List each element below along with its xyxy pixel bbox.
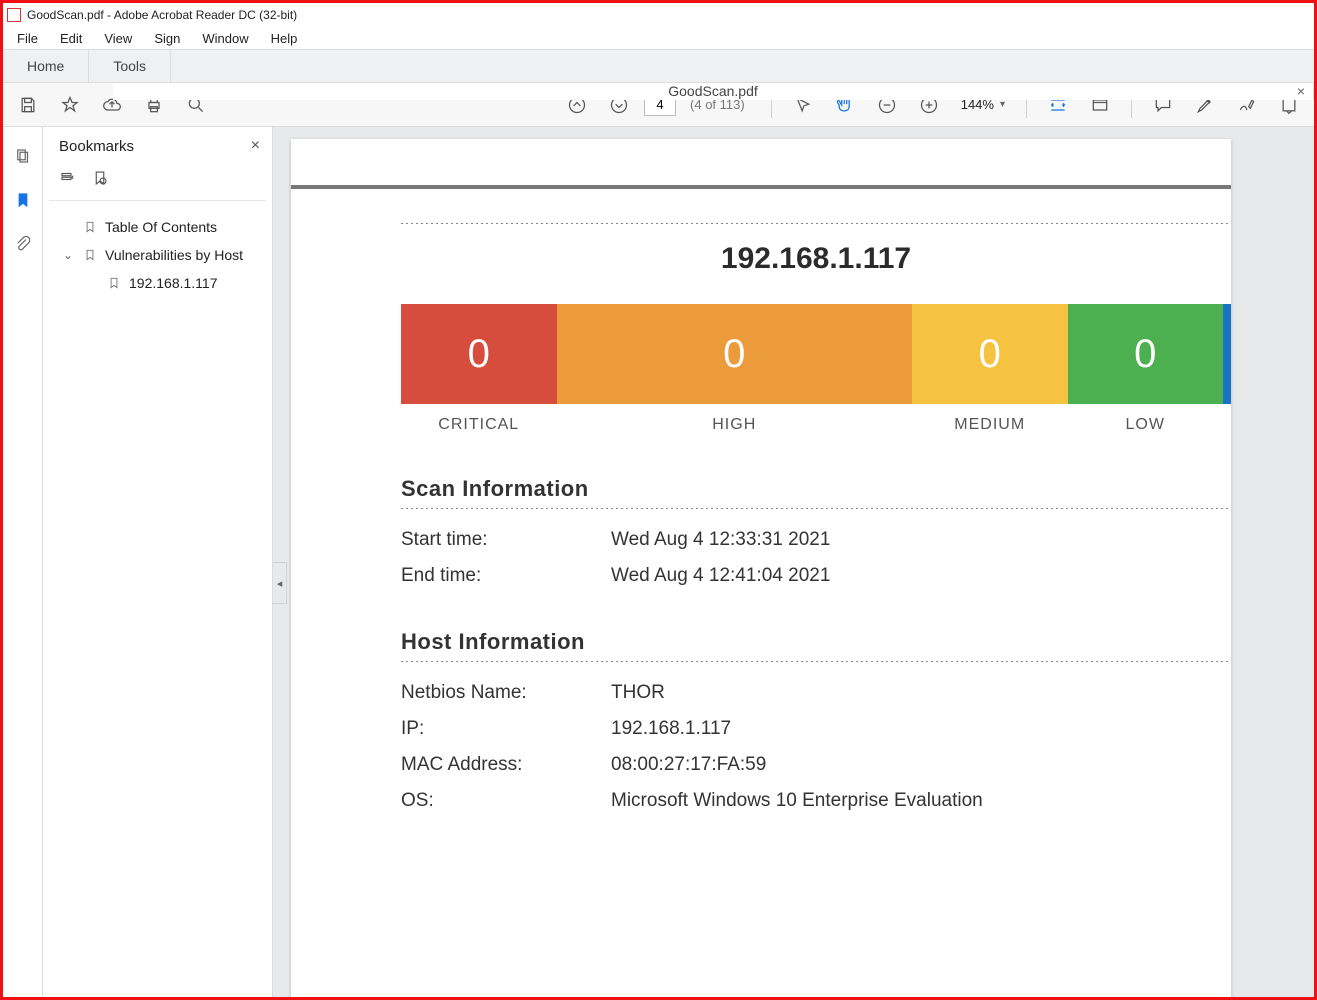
acrobat-app-icon [7,8,21,22]
start-time-label: Start time: [401,529,611,551]
ip-value: 192.168.1.117 [611,718,731,740]
bookmarks-panel-icon[interactable] [12,189,34,211]
end-time-label: End time: [401,565,611,587]
severity-medium-count: 0 [912,304,1068,404]
menu-window[interactable]: Window [192,29,258,48]
tab-doc-2[interactable]: GoodScan.pdf × [113,83,1314,100]
titlebar: GoodScan.pdf - Adobe Acrobat Reader DC (… [3,3,1314,27]
bookmark-icon [83,248,97,262]
ip-label: IP: [401,718,611,740]
os-value: Microsoft Windows 10 Enterprise Evaluati… [611,790,983,812]
bookmark-item[interactable]: 192.168.1.117 [51,269,264,297]
bookmark-icon [83,220,97,234]
menu-help[interactable]: Help [261,29,308,48]
bookmark-label: Vulnerabilities by Host [105,247,243,263]
tab-home[interactable]: Home [3,50,89,82]
pdf-page: 192.168.1.117 0 0 0 0 CRITICAL HIGH MEDI… [291,139,1231,997]
menu-sign[interactable]: Sign [144,29,190,48]
menubar: File Edit View Sign Window Help [3,27,1314,49]
severity-info-sliver [1223,304,1231,404]
severity-critical-count: 0 [401,304,557,404]
bookmark-item[interactable]: ⌄ Vulnerabilities by Host [51,241,264,269]
menu-file[interactable]: File [7,29,48,48]
bookmarks-title: Bookmarks [59,138,134,155]
collapse-icon[interactable]: ⌄ [61,248,75,262]
tab-strip: Home Tools PCI-DSS-v3_2_1-S... Sec-1 Sec… [3,49,1314,83]
mac-label: MAC Address: [401,754,611,776]
severity-low-count: 0 [1068,304,1224,404]
severity-labels: CRITICAL HIGH MEDIUM LOW [401,416,1231,434]
chevron-down-icon: ▾ [1000,99,1005,110]
severity-high-count: 0 [557,304,913,404]
star-icon[interactable] [53,88,87,122]
menu-view[interactable]: View [94,29,142,48]
bookmark-label: 192.168.1.117 [129,275,218,291]
host-info-heading: Host Information [401,629,1231,655]
host-ip-title: 192.168.1.117 [401,242,1231,276]
scan-info-heading: Scan Information [401,476,1231,502]
save-icon[interactable] [11,88,45,122]
thumbnails-panel-icon[interactable] [12,145,34,167]
bookmarks-options-icon[interactable] [59,169,77,190]
bookmark-label: Table Of Contents [105,219,217,235]
bookmark-item[interactable]: Table Of Contents [51,213,264,241]
menu-edit[interactable]: Edit [50,29,92,48]
end-time-value: Wed Aug 4 12:41:04 2021 [611,565,830,587]
close-panel-icon[interactable]: × [251,137,260,155]
collapse-panel-handle[interactable]: ◂ [273,562,287,604]
bookmark-icon [107,276,121,290]
tab-close-icon[interactable]: × [1297,83,1305,99]
start-time-value: Wed Aug 4 12:33:31 2021 [611,529,830,551]
os-label: OS: [401,790,611,812]
left-rail [3,127,43,997]
window-title: GoodScan.pdf - Adobe Acrobat Reader DC (… [27,8,297,22]
bookmarks-panel: Bookmarks × Table Of Contents ⌄ Vulnerab… [43,127,273,997]
mac-value: 08:00:27:17:FA:59 [611,754,766,776]
tab-tools[interactable]: Tools [89,50,171,82]
netbios-value: THOR [611,682,665,704]
netbios-label: Netbios Name: [401,682,611,704]
find-bookmark-icon[interactable] [91,169,109,190]
document-canvas[interactable]: ◂ 192.168.1.117 0 0 0 0 CRITICAL HIGH ME… [273,127,1314,997]
severity-summary: 0 0 0 0 [401,304,1231,404]
attachments-panel-icon[interactable] [12,233,34,255]
